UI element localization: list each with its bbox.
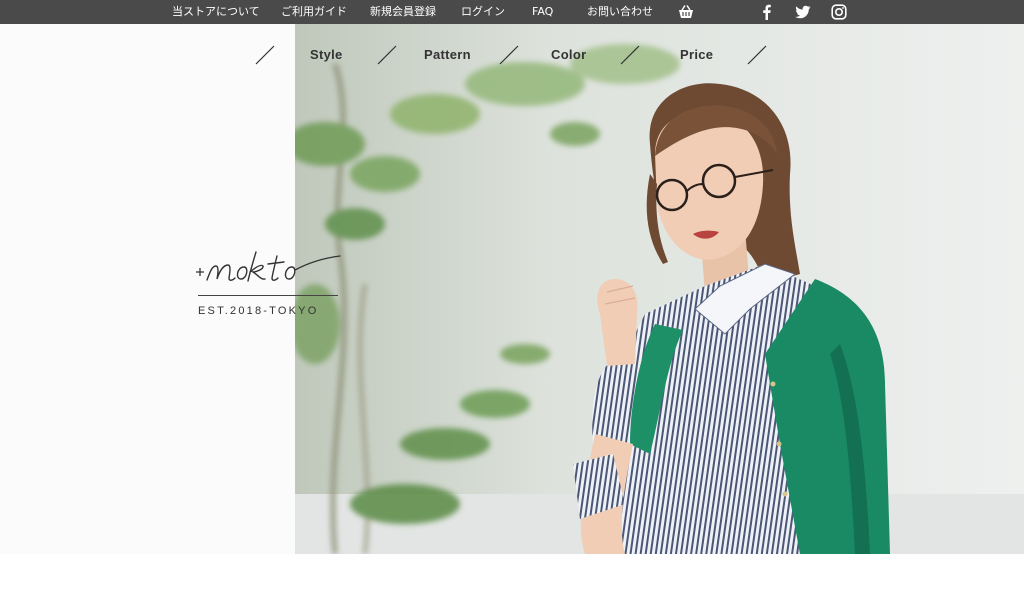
logo-tagline: EST.2018-TOKYO: [198, 305, 319, 317]
nav-price[interactable]: Price: [680, 45, 713, 65]
page-bottom-area: [0, 554, 1024, 590]
facebook-icon[interactable]: [759, 4, 775, 20]
cart-icon[interactable]: [678, 4, 694, 20]
top-bar: 当ストアについて ご利用ガイド 新規会員登録 ログイン FAQ お問い合わせ: [0, 0, 1024, 24]
topbar-link-faq[interactable]: FAQ: [532, 0, 553, 24]
slash-divider-icon: [376, 44, 398, 66]
logo-divider: [198, 295, 338, 296]
nav-color[interactable]: Color: [551, 45, 586, 65]
topbar-link-guide[interactable]: ご利用ガイド: [281, 0, 347, 24]
slash-divider-icon: [498, 44, 520, 66]
hero-image: [295, 24, 1024, 554]
instagram-icon[interactable]: [831, 4, 847, 20]
nav-pattern[interactable]: Pattern: [424, 45, 471, 65]
twitter-icon[interactable]: [795, 4, 811, 20]
topbar-link-login[interactable]: ログイン: [461, 0, 505, 24]
slash-divider-icon: [746, 44, 768, 66]
topbar-link-register[interactable]: 新規会員登録: [370, 0, 436, 24]
logo-wordmark: [192, 248, 342, 288]
nav-style[interactable]: Style: [310, 45, 343, 65]
slash-divider-icon: [619, 44, 641, 66]
slash-divider-icon: [254, 44, 276, 66]
topbar-link-contact[interactable]: お問い合わせ: [587, 0, 653, 24]
topbar-link-about[interactable]: 当ストアについて: [172, 0, 260, 24]
brand-logo[interactable]: EST.2018-TOKYO: [192, 248, 342, 328]
